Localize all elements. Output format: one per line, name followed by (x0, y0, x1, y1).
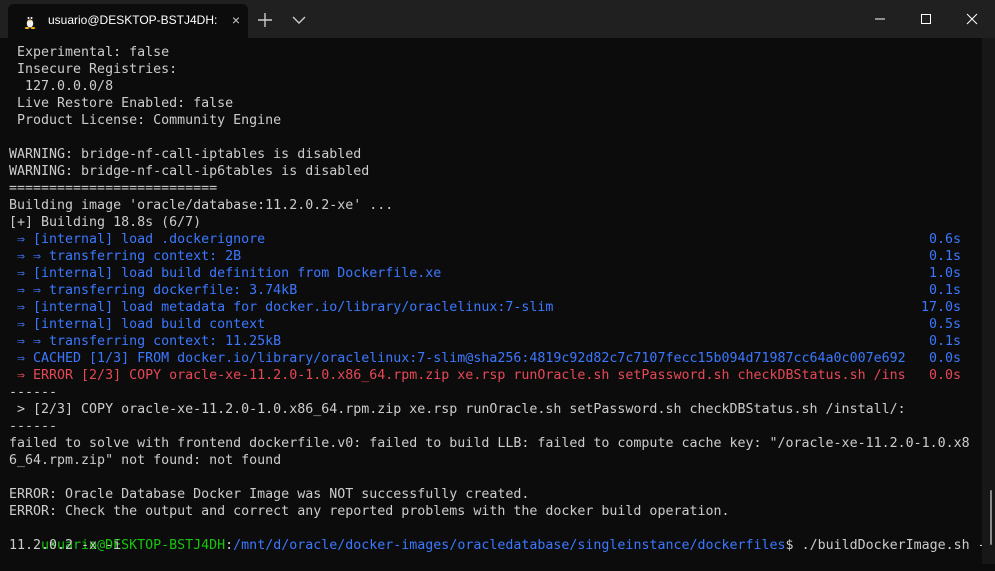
terminal-line-text: ⇒ ⇒ transferring dockerfile: 3.74kB (9, 283, 298, 298)
terminal-line: Product License: Community Engine (9, 112, 961, 129)
terminal-line-text: ------ (9, 419, 58, 434)
terminal-output[interactable]: Experimental: false Insecure Registries:… (9, 44, 994, 559)
terminal-line-text: ⇒ [internal] load .dockerignore (9, 232, 266, 247)
terminal-line-text: ⇒ ⇒ transferring context: 11.25kB (9, 334, 282, 349)
terminal-line: ERROR: Oracle Database Docker Image was … (9, 486, 961, 503)
terminal-line-text: WARNING: bridge-nf-call-ip6tables is dis… (9, 164, 370, 179)
terminal-line: 127.0.0.0/8 (9, 78, 961, 95)
new-tab-plus-icon[interactable] (254, 9, 276, 31)
terminal-line-text: ⇒ [internal] load build definition from … (9, 266, 442, 281)
terminal-line: ⇒ [internal] load .dockerignore 0.6s (9, 231, 961, 248)
terminal-line-text: ERROR: Oracle Database Docker Image was … (9, 487, 530, 502)
terminal-line: ⇒ ⇒ transferring context: 11.25kB 0.1s (9, 333, 961, 350)
terminal-line: > [2/3] COPY oracle-xe-11.2.0-1.0.x86_64… (9, 401, 961, 418)
step-duration: 0.5s (928, 317, 961, 332)
scrollbar-thumb[interactable] (990, 490, 992, 545)
terminal-line: ⇒ [internal] load metadata for docker.io… (9, 299, 961, 316)
terminal-line: ERROR: Check the output and correct any … (9, 503, 961, 520)
terminal-line-text: Product License: Community Engine (9, 113, 282, 128)
terminal-tab[interactable]: usuario@DESKTOP-BSTJ4DH: /m × (8, 4, 248, 38)
terminal-line: ⇒ [internal] load build definition from … (9, 265, 961, 282)
terminal-line: ⇒ ERROR [2/3] COPY oracle-xe-11.2.0-1.0.… (9, 367, 961, 384)
terminal-line-text: [+] Building 18.8s (6/7) (9, 215, 202, 230)
terminal-line: Experimental: false (9, 44, 961, 61)
scrollbar-track[interactable] (982, 38, 995, 564)
terminal-line-text: ⇒ [internal] load metadata for docker.io… (9, 300, 554, 315)
terminal-line-text: ⇒ CACHED [1/3] FROM docker.io/library/or… (9, 351, 906, 366)
terminal-line: WARNING: bridge-nf-call-ip6tables is dis… (9, 163, 961, 180)
terminal-line-text: failed to solve with frontend dockerfile… (9, 436, 970, 451)
terminal-line-text: Experimental: false (9, 45, 170, 60)
terminal-line-text: ⇒ ⇒ transferring context: 2B (9, 249, 242, 264)
tab-title: usuario@DESKTOP-BSTJ4DH: /m (48, 13, 218, 27)
terminal-line-text: ⇒ [internal] load build context (9, 317, 266, 332)
linux-penguin-icon (22, 13, 38, 29)
terminal-line: ⇒ CACHED [1/3] FROM docker.io/library/or… (9, 350, 961, 367)
terminal-line: WARNING: bridge-nf-call-iptables is disa… (9, 146, 961, 163)
terminal-line-text: ========================== (9, 181, 218, 196)
close-window-icon[interactable] (949, 0, 995, 38)
terminal-line-text: ⇒ ERROR [2/3] COPY oracle-xe-11.2.0-1.0.… (9, 368, 906, 383)
title-bar: usuario@DESKTOP-BSTJ4DH: /m × (0, 0, 995, 38)
step-duration: 0.1s (928, 334, 961, 349)
chevron-down-icon[interactable] (288, 9, 310, 31)
step-duration: 0.0s (928, 351, 961, 366)
prompt-command: ./buildDockerImage.sh -v (801, 538, 994, 553)
prompt-symbol: $ (785, 538, 802, 553)
terminal-line-text: 127.0.0.0/8 (9, 79, 114, 94)
terminal-line-text: Insecure Registries: (9, 62, 178, 77)
prompt-command-continuation: 11.2.0.2 -x -i (9, 538, 122, 553)
prompt-separator: : (225, 538, 234, 553)
prompt-path: /mnt/d/oracle/docker-images/oracledataba… (233, 538, 786, 553)
terminal-line-text: 6_64.rpm.zip" not found: not found (9, 453, 282, 468)
step-duration: 0.6s (928, 232, 961, 247)
terminal-line: ⇒ ⇒ transferring context: 2B 0.1s (9, 248, 961, 265)
step-duration: 1.0s (928, 266, 961, 281)
terminal-line-text: > [2/3] COPY oracle-xe-11.2.0-1.0.x86_64… (9, 402, 906, 417)
terminal-line-text: Building image 'oracle/database:11.2.0.2… (9, 198, 394, 213)
terminal-line: 6_64.rpm.zip" not found: not found (9, 452, 961, 469)
terminal-line: ========================== (9, 180, 961, 197)
terminal-line: ------ (9, 384, 961, 401)
step-duration: 17.0s (920, 300, 961, 315)
step-duration: 0.1s (928, 249, 961, 264)
step-duration: 0.0s (928, 368, 961, 383)
terminal-line: Building image 'oracle/database:11.2.0.2… (9, 197, 961, 214)
terminal-line-text: Live Restore Enabled: false (9, 96, 234, 111)
minimize-icon[interactable] (857, 0, 903, 38)
prompt-line: usuario@DESKTOP-BSTJ4DH:/mnt/d/oracle/do… (9, 520, 994, 553)
terminal-line-text: WARNING: bridge-nf-call-iptables is disa… (9, 147, 362, 162)
terminal-line: Live Restore Enabled: false (9, 95, 961, 112)
terminal-line: [+] Building 18.8s (6/7) (9, 214, 961, 231)
terminal-line: failed to solve with frontend dockerfile… (9, 435, 970, 452)
terminal-line-text: ------ (9, 385, 58, 400)
terminal-line-text: ERROR: Check the output and correct any … (9, 504, 730, 519)
terminal-line: Insecure Registries: (9, 61, 961, 78)
maximize-icon[interactable] (903, 0, 949, 38)
step-duration: 0.1s (928, 283, 961, 298)
tab-close-icon[interactable]: × (228, 12, 244, 28)
terminal-line: ⇒ ⇒ transferring dockerfile: 3.74kB 0.1s (9, 282, 961, 299)
terminal-line: ------ (9, 418, 961, 435)
terminal-line: ⇒ [internal] load build context 0.5s (9, 316, 961, 333)
